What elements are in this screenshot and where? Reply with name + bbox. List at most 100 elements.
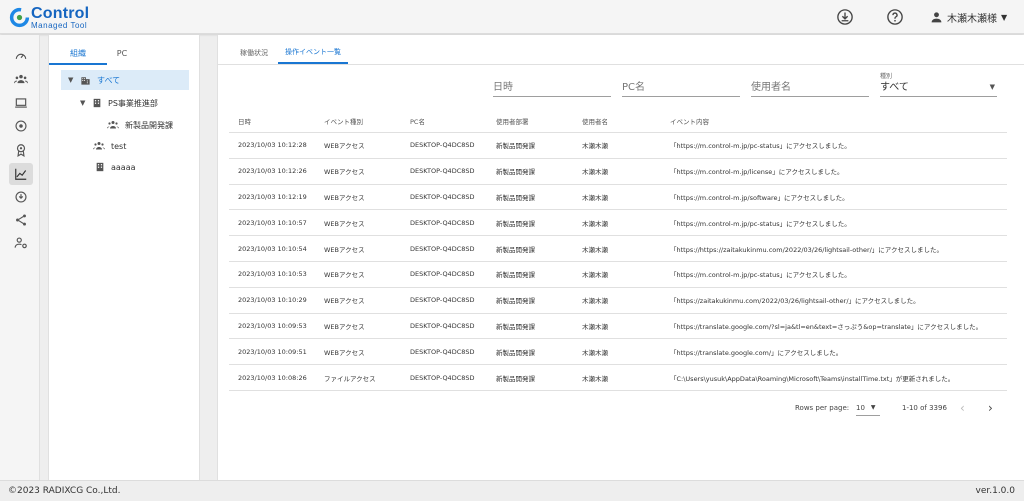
col-header-event-type[interactable]: イベント種別 (324, 109, 363, 132)
cell-event-detail: 「https://m.control-m.jp/pc-status」にアクセスし… (670, 142, 851, 151)
cell-user-name: 木瀬木瀬 (582, 297, 608, 306)
pagination-range: 1-10 of 3396 (902, 404, 947, 412)
cell-department: 新製品開発課 (496, 142, 535, 151)
event-type-select[interactable]: 種別 すべて ▼ (880, 73, 997, 97)
dropdown-arrow-icon: ▼ (870, 404, 876, 411)
cell-pc-name: DESKTOP-Q4DC8SD (410, 244, 475, 253)
cell-department: 新製品開発課 (496, 374, 535, 383)
cell-user-name: 木瀬木瀬 (582, 193, 608, 202)
cell-datetime: 2023/10/03 10:12:26 (238, 167, 307, 176)
tab-operating-status[interactable]: 稼働状況 (228, 42, 280, 64)
people-icon (93, 141, 105, 151)
tree-node-new-product[interactable]: 新製品開発課 (107, 115, 173, 135)
cell-event-type: WEBアクセス (324, 168, 365, 177)
cell-event-type: WEBアクセス (324, 193, 365, 202)
main-content: 稼働状況 操作イベント一覧 日時 PC名 使用者名 種別 すべて ▼ 日時 イベ… (217, 35, 1024, 480)
app-header: Control Managed Tool 木瀬木瀬様 ▼ (0, 0, 1024, 34)
app-logo[interactable]: Control Managed Tool (9, 5, 99, 31)
rows-per-page-label: Rows per page: (795, 404, 850, 412)
col-header-event-detail[interactable]: イベント内容 (670, 109, 709, 132)
cell-pc-name: DESKTOP-Q4DC8SD (410, 321, 475, 330)
tree-node-label: test (111, 141, 127, 151)
table-row[interactable]: 2023/10/03 10:12:19 WEBアクセス DESKTOP-Q4DC8S… (229, 185, 1007, 211)
tree-node-aaaaa[interactable]: aaaaa (95, 157, 136, 177)
pc-name-filter[interactable]: PC名 (622, 77, 740, 97)
datetime-filter[interactable]: 日時 (493, 77, 611, 97)
building-icon (95, 162, 105, 172)
expand-arrow-icon[interactable]: ▼ (80, 99, 92, 107)
tree-node-label: aaaaa (111, 162, 136, 172)
col-header-department[interactable]: 使用者部署 (496, 109, 529, 132)
disc-icon[interactable] (9, 115, 33, 137)
dropdown-arrow-icon: ▼ (989, 83, 995, 91)
table-row[interactable]: 2023/10/03 10:08:26 ファイルアクセス DESKTOP-Q4DC8… (229, 365, 1007, 391)
download-icon[interactable] (834, 6, 856, 28)
table-row[interactable]: 2023/10/03 10:09:51 WEBアクセス DESKTOP-Q4DC8S… (229, 339, 1007, 366)
dashboard-icon[interactable] (9, 45, 33, 67)
cell-event-type: WEBアクセス (324, 219, 365, 228)
cell-user-name: 木瀬木瀬 (582, 245, 608, 254)
cell-event-type: WEBアクセス (324, 322, 365, 331)
user-settings-icon[interactable] (9, 232, 33, 254)
cell-datetime: 2023/10/03 10:10:54 (238, 244, 307, 253)
tree-node-label: すべて (97, 75, 121, 85)
chevron-down-icon: ▼ (1001, 12, 1008, 22)
expand-arrow-icon[interactable]: ▼ (68, 76, 80, 84)
col-header-pc-name[interactable]: PC名 (410, 109, 425, 132)
cell-department: 新製品開発課 (496, 193, 535, 202)
cell-event-detail: 「https://m.control-m.jp/software」にアクセスしま… (670, 193, 849, 202)
rows-per-page-select[interactable]: 10 ▼ (856, 400, 880, 416)
col-header-datetime[interactable]: 日時 (238, 109, 251, 132)
cell-department: 新製品開発課 (496, 168, 535, 177)
prev-page-icon[interactable]: ‹ (960, 400, 965, 416)
tab-operation-events[interactable]: 操作イベント一覧 (278, 42, 348, 64)
cell-department: 新製品開発課 (496, 245, 535, 254)
user-name-filter[interactable]: 使用者名 (751, 77, 869, 97)
table-body: 2023/10/03 10:12:28 WEBアクセス DESKTOP-Q4DC8S… (229, 133, 1007, 391)
tree-node-test[interactable]: test (93, 136, 126, 156)
cell-user-name: 木瀬木瀬 (582, 322, 608, 331)
cell-pc-name: DESKTOP-Q4DC8SD (410, 167, 475, 176)
logo-subtitle: Managed Tool (31, 21, 88, 30)
laptop-icon[interactable] (9, 92, 33, 114)
logo-mark-icon (9, 7, 30, 28)
cell-datetime: 2023/10/03 10:12:19 (238, 192, 307, 201)
tab-pc[interactable]: PC (93, 43, 151, 65)
tab-divider (218, 64, 1024, 65)
event-table: 日時 イベント種別 PC名 使用者部署 使用者名 イベント内容 2023/10/… (229, 109, 1007, 391)
cell-user-name: 木瀬木瀬 (582, 374, 608, 383)
table-row[interactable]: 2023/10/03 10:12:28 WEBアクセス DESKTOP-Q4DC8S… (229, 133, 1007, 159)
cell-event-detail: 「https://https://zaitakukinmu.com/2022/0… (670, 245, 943, 254)
table-row[interactable]: 2023/10/03 10:10:53 WEBアクセス DESKTOP-Q4DC8S… (229, 262, 1007, 288)
table-row[interactable]: 2023/10/03 10:10:54 WEBアクセス DESKTOP-Q4DC8S… (229, 236, 1007, 262)
cell-datetime: 2023/10/03 10:10:29 (238, 296, 307, 305)
tree-node-ps-dept[interactable]: ▼ PS事業推進部 (80, 93, 158, 113)
next-page-icon[interactable]: › (988, 400, 993, 416)
col-header-user-name[interactable]: 使用者名 (582, 109, 608, 132)
people-icon (107, 120, 119, 130)
copyright-text: ©2023 RADIXCG Co.,Ltd. (8, 486, 121, 496)
user-menu[interactable]: 木瀬木瀬様 ▼ (930, 8, 1007, 26)
cell-user-name: 木瀬木瀬 (582, 219, 608, 228)
table-row[interactable]: 2023/10/03 10:09:53 WEBアクセス DESKTOP-Q4DC8S… (229, 314, 1007, 340)
nav-rail (0, 35, 40, 480)
table-row[interactable]: 2023/10/03 10:10:57 WEBアクセス DESKTOP-Q4DC8S… (229, 210, 1007, 237)
cell-user-name: 木瀬木瀬 (582, 271, 608, 280)
group-icon[interactable] (9, 68, 33, 90)
version-text: ver.1.0.0 (975, 486, 1016, 496)
table-row[interactable]: 2023/10/03 10:12:26 WEBアクセス DESKTOP-Q4DC8S… (229, 159, 1007, 185)
update-icon[interactable] (9, 186, 33, 208)
help-icon[interactable] (884, 6, 906, 28)
badge-icon[interactable] (9, 139, 33, 161)
building-icon (80, 75, 91, 86)
organization-tree-panel: 組織 PC ▼ すべて ▼ PS事業推進部 新製品開発課 test aaaaa (48, 35, 200, 480)
cell-department: 新製品開発課 (496, 271, 535, 280)
share-icon[interactable] (9, 209, 33, 231)
app-footer: ©2023 RADIXCG Co.,Ltd. ver.1.0.0 (0, 480, 1024, 501)
table-row[interactable]: 2023/10/03 10:10:29 WEBアクセス DESKTOP-Q4DC8S… (229, 288, 1007, 314)
cell-event-detail: 「https://m.control-m.jp/license」にアクセスしまし… (670, 168, 844, 177)
tree-node-all[interactable]: ▼ すべて (61, 70, 189, 90)
cell-datetime: 2023/10/03 10:08:26 (238, 373, 307, 382)
cell-department: 新製品開発課 (496, 219, 535, 228)
chart-icon[interactable] (9, 163, 33, 185)
